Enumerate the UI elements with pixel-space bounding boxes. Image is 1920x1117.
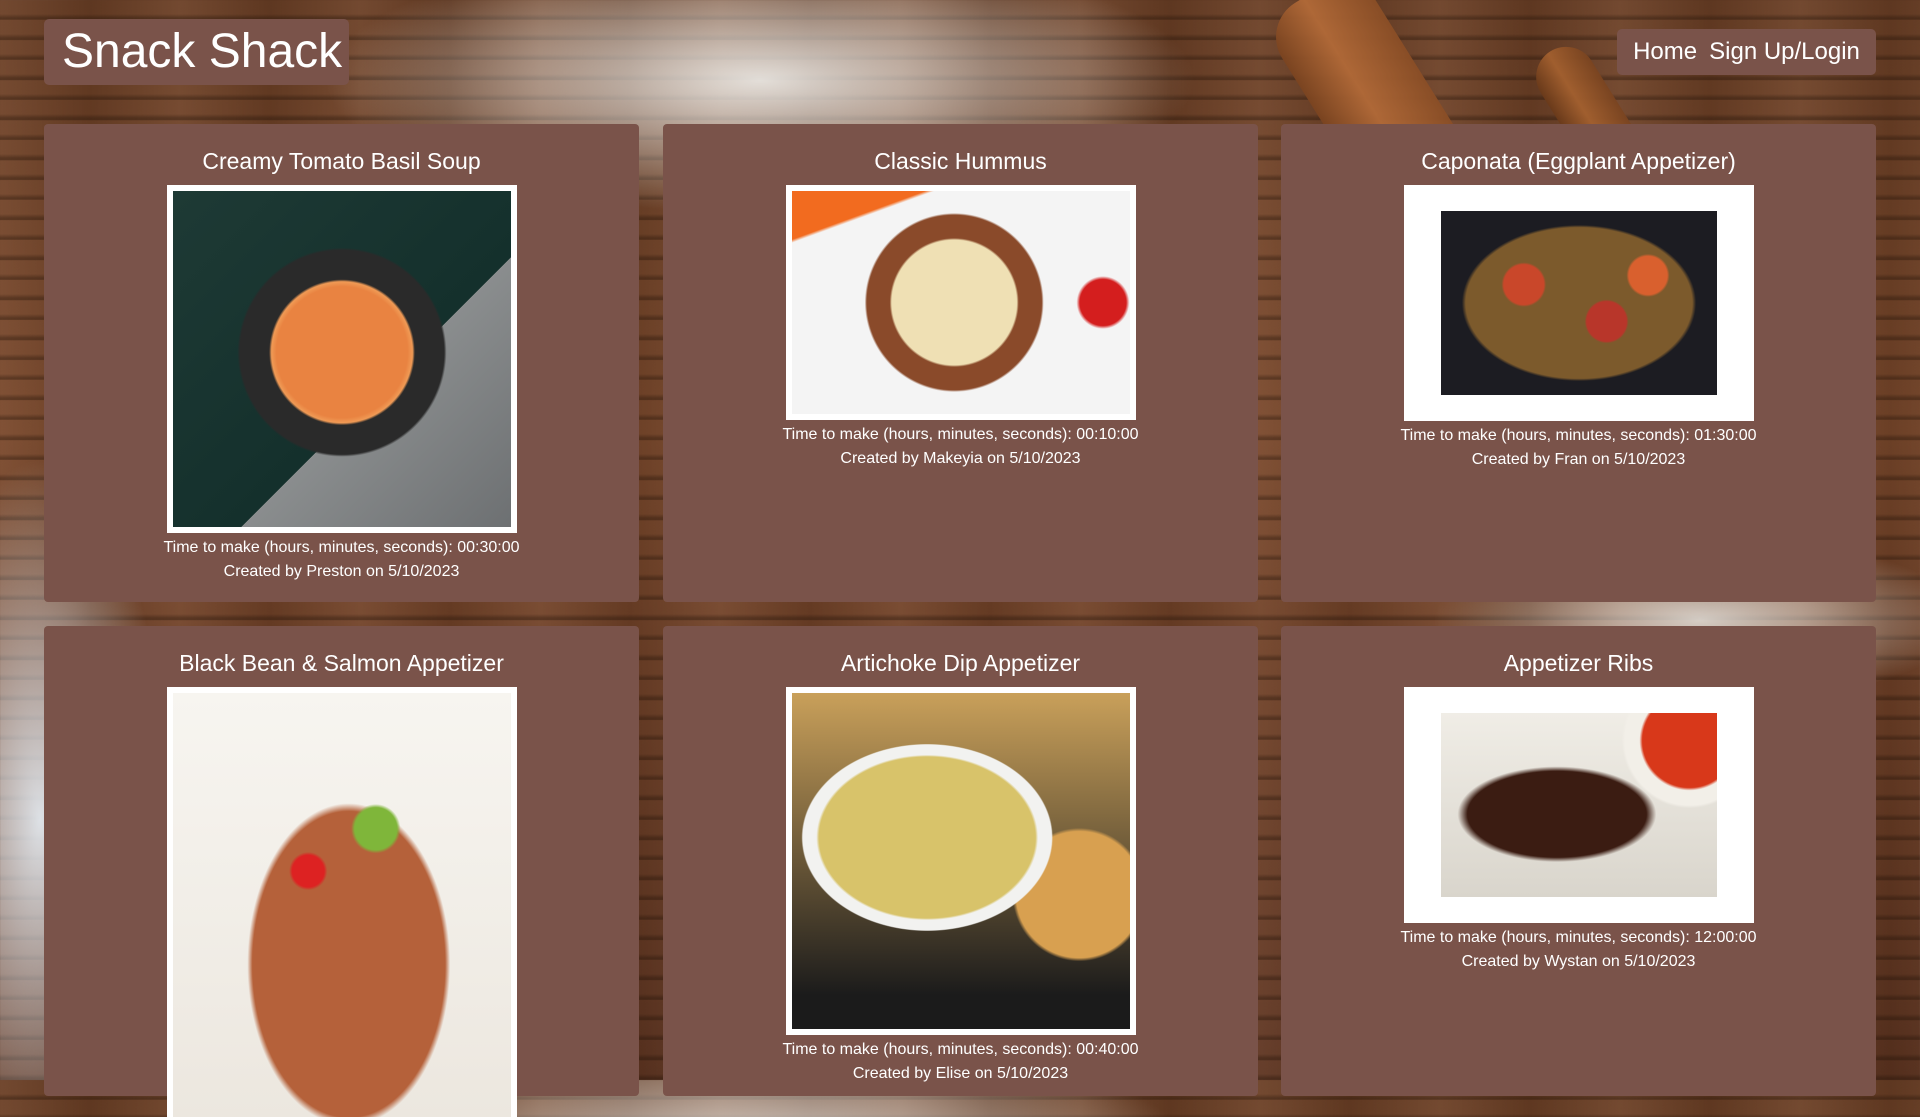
recipe-author: Created by Fran on 5/10/2023 (1471, 451, 1686, 468)
recipe-title[interactable]: Caponata (Eggplant Appetizer) (1281, 146, 1876, 176)
caponata-photo (1440, 211, 1717, 395)
recipe-time: Time to make (hours, minutes, seconds): … (782, 426, 1139, 443)
artichoke-dip-photo (791, 693, 1130, 1029)
recipe-title[interactable]: Classic Hummus (663, 146, 1258, 176)
recipe-card: Artichoke Dip Appetizer Time to make (ho… (663, 626, 1258, 1096)
recipe-card: Black Bean & Salmon Appetizer (44, 626, 639, 1117)
recipe-title[interactable]: Black Bean & Salmon Appetizer (44, 648, 639, 678)
hummus-photo (791, 191, 1130, 414)
recipe-title[interactable]: Creamy Tomato Basil Soup (44, 146, 639, 176)
nav-home-link[interactable]: Home (1633, 38, 1697, 66)
recipe-image[interactable] (785, 185, 1136, 420)
recipe-author: Created by Wystan on 5/10/2023 (1461, 953, 1696, 970)
recipe-time: Time to make (hours, minutes, seconds): … (782, 1041, 1139, 1058)
recipe-time: Time to make (hours, minutes, seconds): … (1400, 929, 1757, 946)
ribs-photo (1440, 713, 1717, 897)
recipe-title[interactable]: Artichoke Dip Appetizer (663, 648, 1258, 678)
recipe-time: Time to make (hours, minutes, seconds): … (163, 539, 520, 556)
recipe-card: Caponata (Eggplant Appetizer) Time to ma… (1281, 124, 1876, 602)
recipe-image[interactable] (785, 687, 1136, 1035)
recipe-card: Creamy Tomato Basil Soup Time to make (h… (44, 124, 639, 602)
recipe-card: Appetizer Ribs Time to make (hours, minu… (1281, 626, 1876, 1096)
recipe-image[interactable] (166, 185, 517, 533)
recipe-author: Created by Elise on 5/10/2023 (852, 1065, 1069, 1082)
recipe-card: Classic Hummus Time to make (hours, minu… (663, 124, 1258, 602)
recipe-author: Created by Makeyia on 5/10/2023 (840, 450, 1081, 467)
recipe-image[interactable] (1403, 185, 1754, 421)
recipe-author: Created by Preston on 5/10/2023 (223, 563, 460, 580)
salmon-photo (172, 693, 511, 1117)
recipe-time: Time to make (hours, minutes, seconds): … (1400, 427, 1757, 444)
tomato-soup-photo (172, 191, 511, 527)
top-nav: Home Sign Up/Login (1617, 29, 1876, 75)
recipe-title[interactable]: Appetizer Ribs (1281, 648, 1876, 678)
nav-signup-login-link[interactable]: Sign Up/Login (1709, 38, 1860, 66)
recipe-image[interactable] (166, 687, 517, 1117)
site-title[interactable]: Snack Shack (44, 19, 349, 85)
recipe-image[interactable] (1403, 687, 1754, 923)
